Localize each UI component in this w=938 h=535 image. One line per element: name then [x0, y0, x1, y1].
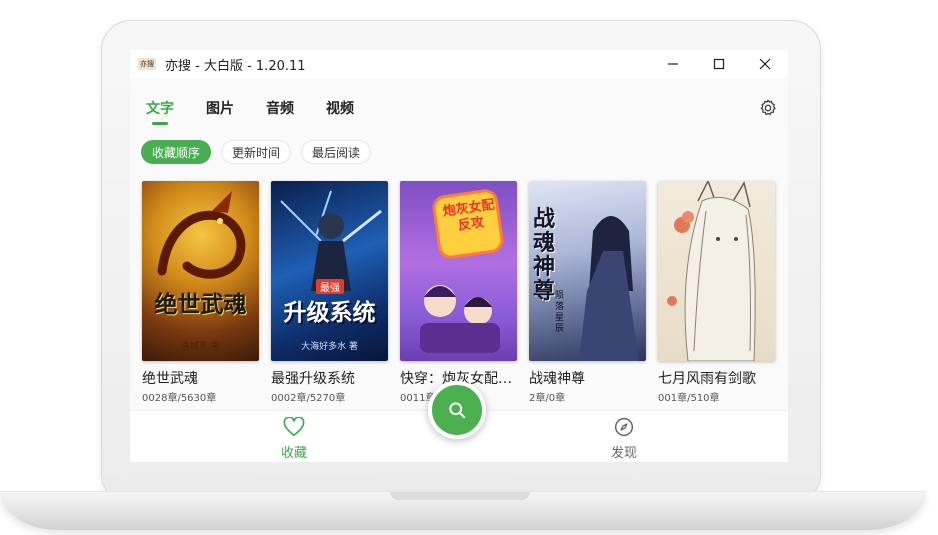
book-cover: 炮灰女配反攻 [400, 181, 517, 361]
laptop-mockup-notch [390, 492, 530, 500]
book-title: 绝世武魂 [142, 371, 198, 387]
nav-discover-label: 发现 [610, 446, 637, 461]
cover-author: 陨落星辰 [555, 291, 565, 334]
dragon-illustration [157, 191, 246, 279]
sort-options: 收藏顺序 更新时间 最后阅读 [141, 140, 372, 164]
book-card[interactable]: 炮灰女配反攻 快穿：炮灰女配… 0011章 [400, 181, 517, 404]
window-controls [650, 50, 788, 78]
cover-author: 大海好多水 著 [301, 342, 358, 352]
sort-chip-last-read[interactable]: 最后阅读 [301, 140, 372, 164]
book-card[interactable]: 绝世武魂 洛城东/著 绝世武魂 0028章/5630章 [142, 181, 259, 404]
cover-author: 洛城东/著 [180, 342, 221, 352]
warrior-illustration [280, 190, 382, 291]
tab-text[interactable]: 文字 [146, 98, 206, 125]
close-icon [759, 58, 771, 70]
bookshelf: 绝世武魂 洛城东/著 绝世武魂 0028章/5630章 最强 升级系统 大海好多… [142, 181, 775, 404]
book-title: 最强升级系统 [271, 371, 355, 387]
nav-favorites-label: 收藏 [280, 446, 307, 461]
book-progress: 0028章/5630章 [142, 393, 217, 404]
app-window: 亦搜 亦搜 - 大白版 - 1.20.11 文字 图片 音频 视频 收藏顺序 更… [130, 50, 788, 462]
search-icon [449, 402, 466, 419]
tab-audio[interactable]: 音频 [266, 98, 326, 118]
title-bar: 亦搜 亦搜 - 大白版 - 1.20.11 [130, 50, 788, 78]
compass-icon [614, 417, 634, 437]
book-cover: 战魂神尊 陨落星辰 [529, 181, 646, 361]
book-cover [658, 181, 775, 361]
tab-images[interactable]: 图片 [206, 98, 266, 118]
maximize-button[interactable] [696, 50, 742, 78]
settings-button[interactable] [758, 98, 778, 118]
book-card[interactable]: 战魂神尊 陨落星辰 战魂神尊 2章/0章 [529, 181, 646, 404]
cover-title: 绝世武魂 [154, 291, 247, 318]
book-progress: 2章/0章 [529, 393, 566, 404]
sort-chip-favorite-order[interactable]: 收藏顺序 [141, 140, 212, 164]
cover-title: 战魂神尊 [533, 206, 556, 304]
category-tabs: 文字 图片 音频 视频 [146, 98, 386, 125]
book-title: 战魂神尊 [529, 371, 585, 387]
app-logo: 亦搜 [138, 58, 156, 70]
minimize-icon [668, 63, 678, 65]
settings-gear-icon [760, 99, 776, 116]
book-title: 七月风雨有剑歌 [658, 371, 756, 387]
book-cover: 绝世武魂 洛城东/著 [142, 181, 259, 361]
close-button[interactable] [742, 50, 788, 78]
cover-title: 升级系统 [283, 299, 376, 326]
book-progress: 001章/510章 [658, 393, 720, 404]
sort-chip-update-time[interactable]: 更新时间 [221, 140, 292, 164]
nav-favorites[interactable]: 收藏 [264, 416, 324, 461]
heart-icon [283, 416, 305, 436]
book-cover: 最强 升级系统 大海好多水 著 [271, 181, 388, 361]
fox-girl-illustration [667, 181, 756, 361]
book-card[interactable]: 七月风雨有剑歌 001章/510章 [658, 181, 775, 404]
tab-video[interactable]: 视频 [326, 98, 386, 118]
nav-discover[interactable]: 发现 [594, 417, 654, 461]
minimize-button[interactable] [650, 50, 696, 78]
cover-badge: 最强 [316, 279, 344, 294]
chibi-illustration [420, 285, 500, 353]
book-card[interactable]: 最强 升级系统 大海好多水 著 最强升级系统 0002章/5270章 [271, 181, 388, 404]
maximize-icon [713, 58, 725, 70]
window-title: 亦搜 - 大白版 - 1.20.11 [165, 58, 306, 74]
search-button[interactable] [428, 381, 486, 439]
book-progress: 0002章/5270章 [271, 393, 346, 404]
